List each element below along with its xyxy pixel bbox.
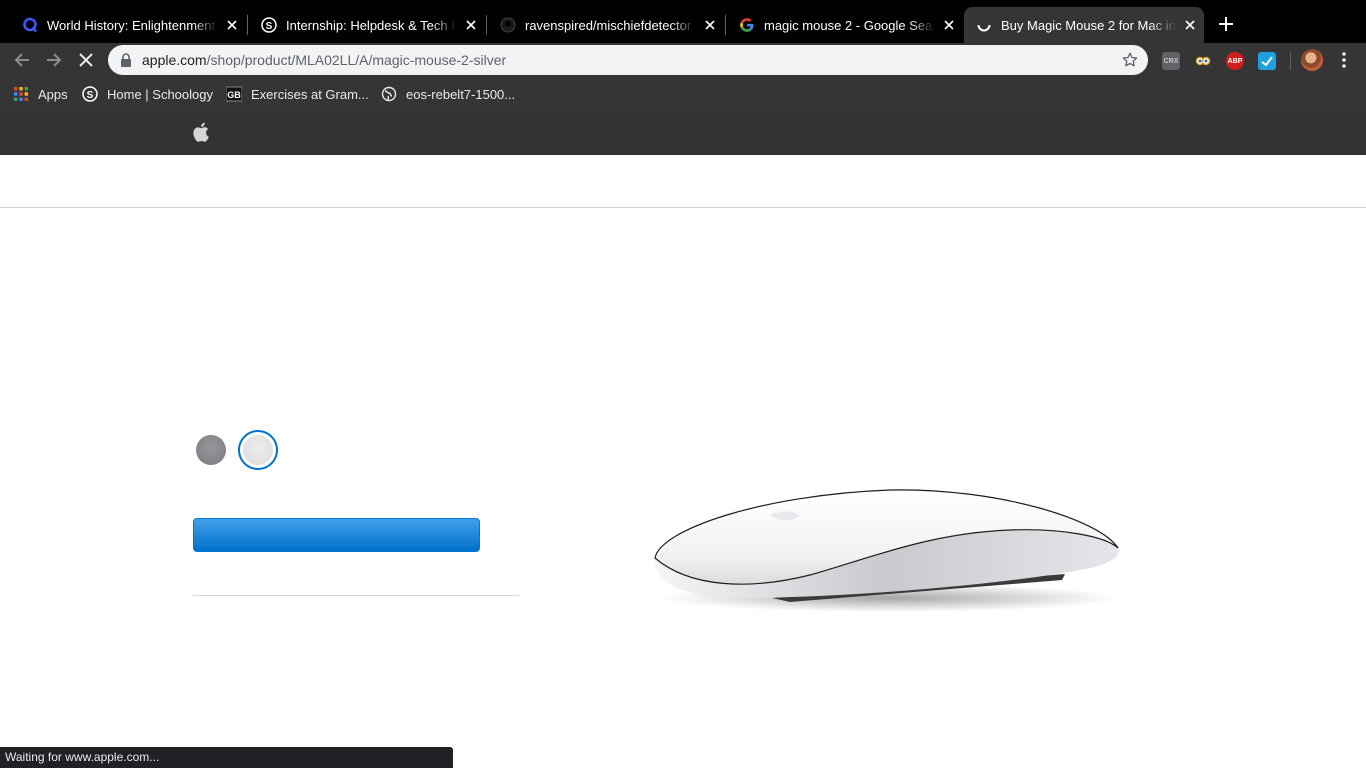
owl-extension-icon[interactable] xyxy=(1194,52,1212,70)
tab-separator xyxy=(486,15,487,35)
quizlet-icon xyxy=(22,17,38,33)
bookmark-label: Home | Schoology xyxy=(107,86,213,102)
url-path: /shop/product/MLA02LL/A/magic-mouse-2-si… xyxy=(206,52,507,68)
close-tab-icon[interactable] xyxy=(941,17,957,33)
tab-strip: World History: Enlightenment & Revolutio… xyxy=(0,0,1366,43)
bookmark-eos-rebel[interactable]: eos-rebelt7-1500... xyxy=(381,85,515,103)
tab-title: magic mouse 2 - Google Search xyxy=(764,17,935,33)
checkmark-extension-icon[interactable] xyxy=(1258,52,1276,70)
svg-text:S: S xyxy=(87,90,94,101)
github-icon xyxy=(500,17,516,33)
svg-text:GB: GB xyxy=(227,90,241,100)
tab-title: ravenspired/mischiefdetector xyxy=(525,17,692,33)
forward-arrow-icon xyxy=(47,53,62,67)
bookmark-apps[interactable]: Apps xyxy=(13,85,68,103)
close-tab-icon[interactable] xyxy=(224,17,240,33)
plus-icon xyxy=(1219,17,1233,31)
color-swatch-silver[interactable] xyxy=(243,435,273,465)
add-to-bag-button[interactable] xyxy=(193,518,480,552)
magic-mouse-image xyxy=(654,489,1120,612)
apple-global-nav xyxy=(0,110,1366,155)
schoology-icon: S xyxy=(261,17,277,33)
close-tab-icon[interactable] xyxy=(463,17,479,33)
tab-github[interactable]: ravenspired/mischiefdetector xyxy=(488,7,724,43)
profile-avatar[interactable] xyxy=(1301,49,1323,71)
loading-spinner-icon xyxy=(976,17,992,33)
more-options-icon[interactable] xyxy=(1336,50,1352,70)
bookmark-label: eos-rebelt7-1500... xyxy=(406,86,516,102)
forward-button[interactable] xyxy=(42,48,66,72)
back-arrow-icon xyxy=(14,53,29,67)
browser-toolbar: apple.com/shop/product/MLA02LL/A/magic-m… xyxy=(0,43,1366,78)
close-tab-icon[interactable] xyxy=(1182,17,1198,33)
bookmark-grammar-exercises[interactable]: GB Exercises at Gram... xyxy=(226,85,369,103)
schoology-icon: S xyxy=(82,86,98,102)
url-host: apple.com xyxy=(142,52,207,68)
bookmark-label: Exercises at Gram... xyxy=(251,86,369,102)
close-tab-icon[interactable] xyxy=(702,17,718,33)
new-tab-button[interactable] xyxy=(1214,12,1238,36)
tab-google-search[interactable]: magic mouse 2 - Google Search xyxy=(727,7,963,43)
bookmarks-bar: Apps S Home | Schoology GB Exercises at … xyxy=(0,78,1366,110)
stop-icon xyxy=(79,53,93,67)
tab-apple-store[interactable]: Buy Magic Mouse 2 for Mac in xyxy=(964,7,1204,43)
stop-loading-button[interactable] xyxy=(74,48,98,72)
product-header-bar xyxy=(0,155,1366,208)
lock-icon xyxy=(121,53,131,67)
status-bubble: Waiting for www.apple.com... xyxy=(0,747,453,768)
tab-world-history[interactable]: World History: Enlightenment & Revolutio… xyxy=(10,7,246,43)
section-divider xyxy=(193,595,519,596)
bookmark-label: Apps xyxy=(38,86,68,102)
tab-separator xyxy=(725,15,726,35)
address-bar[interactable]: apple.com/shop/product/MLA02LL/A/magic-m… xyxy=(108,45,1148,75)
tab-internship[interactable]: S Internship: Helpdesk & Tech Integratio… xyxy=(249,7,485,43)
tab-separator xyxy=(247,15,248,35)
toolbar-separator xyxy=(1290,52,1291,70)
globe-icon xyxy=(381,86,397,102)
adblock-plus-icon[interactable]: ABP xyxy=(1226,52,1244,70)
bookmark-schoology[interactable]: S Home | Schoology xyxy=(82,85,213,103)
crx-extension-icon[interactable]: CRX xyxy=(1162,52,1180,70)
google-icon xyxy=(739,17,755,33)
apps-grid-icon xyxy=(13,86,29,102)
tab-title: Buy Magic Mouse 2 for Mac in xyxy=(1001,17,1176,33)
tab-title: World History: Enlightenment & Revolutio… xyxy=(47,17,218,33)
url-text: apple.com/shop/product/MLA02LL/A/magic-m… xyxy=(142,52,506,68)
gb-icon: GB xyxy=(226,86,242,102)
apple-logo-icon[interactable] xyxy=(192,122,209,142)
bookmark-star-icon[interactable] xyxy=(1122,52,1138,68)
back-button[interactable] xyxy=(10,48,34,72)
tab-title: Internship: Helpdesk & Tech Integration xyxy=(286,17,457,33)
svg-text:S: S xyxy=(266,21,273,32)
color-swatch-space-gray[interactable] xyxy=(196,435,226,465)
